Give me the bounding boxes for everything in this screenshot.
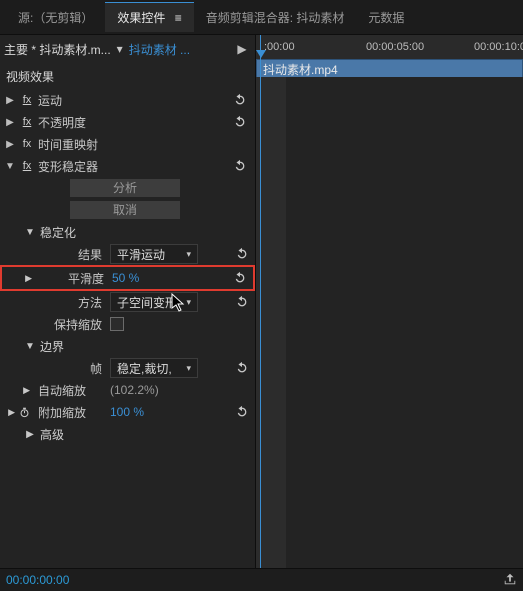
reset-button[interactable] <box>233 271 247 286</box>
group-stabilization[interactable]: ▼ 稳定化 <box>0 221 255 243</box>
prop-result-label: 结果 <box>34 246 110 263</box>
effect-time-remap[interactable]: ▶ fx 时间重映射 <box>0 133 255 155</box>
current-timecode[interactable]: 00:00:00:00 <box>6 573 69 587</box>
clip-title-caret-icon[interactable]: ▾ <box>117 42 123 56</box>
footer-bar: 00:00:00:00 <box>0 568 523 591</box>
caret-down-icon: ▾ <box>180 249 191 260</box>
playhead[interactable] <box>260 35 261 568</box>
tab-audio-mixer[interactable]: 音频剪辑混合器: 抖动素材 <box>194 3 357 32</box>
header-play-icon[interactable]: ▶ <box>233 40 251 58</box>
autoscale-value: (102.2%) <box>110 383 159 397</box>
method-dropdown[interactable]: 子空间变形 ▾ <box>110 292 198 312</box>
analyze-button[interactable]: 分析 <box>70 179 180 197</box>
preserve-scale-checkbox[interactable] <box>110 317 124 331</box>
stopwatch-icon[interactable] <box>18 406 30 418</box>
reset-button[interactable] <box>235 405 249 420</box>
clip-header: 主要 * 抖动素材.m... ▾ 抖动素材 ... ▶ <box>0 35 255 63</box>
caret-down-icon: ▾ <box>180 297 191 308</box>
fx-badge-icon[interactable]: fx <box>20 138 34 150</box>
prop-result: 结果 平滑运动 ▾ <box>0 243 255 265</box>
group-stabilization-label: 稳定化 <box>40 224 76 241</box>
prop-addscale: ▶ 附加缩放 100 % <box>0 401 255 423</box>
fx-badge-icon[interactable]: fx <box>20 94 34 106</box>
prop-preserve-scale-label: 保持缩放 <box>34 316 110 333</box>
prop-method-label: 方法 <box>34 294 110 311</box>
fx-badge-icon[interactable]: fx <box>20 160 34 172</box>
group-border[interactable]: ▼ 边界 <box>0 335 255 357</box>
tab-metadata[interactable]: 元数据 <box>356 3 416 32</box>
effect-motion-label: 运动 <box>38 92 62 109</box>
panel-tab-bar: 源:（无剪辑） 效果控件 ≡ 音频剪辑混合器: 抖动素材 元数据 <box>0 0 523 35</box>
group-advanced-label: 高级 <box>40 426 64 443</box>
caret-down-icon: ▾ <box>180 363 191 374</box>
clip-title: 主要 * 抖动素材.m... <box>4 41 111 58</box>
reset-button[interactable] <box>229 93 251 108</box>
time-tick: 00:00:05:00 <box>366 41 424 53</box>
effect-controls-panel: 主要 * 抖动素材.m... ▾ 抖动素材 ... ▶ 视频效果 ▶ fx 运动… <box>0 35 256 568</box>
share-icon[interactable] <box>503 572 517 589</box>
effect-warp-stabilizer-label: 变形稳定器 <box>38 158 98 175</box>
prop-addscale-label: 附加缩放 <box>34 404 110 421</box>
timeline-body <box>256 77 523 568</box>
analyze-row: 分析 <box>0 177 255 199</box>
fx-badge-icon[interactable]: fx <box>20 116 34 128</box>
cancel-button[interactable]: 取消 <box>70 201 180 219</box>
time-tick: :00:00 <box>264 41 295 53</box>
twirl-icon[interactable]: ▼ <box>20 227 40 238</box>
prop-preserve-scale: 保持缩放 <box>0 313 255 335</box>
playhead-handle-icon[interactable] <box>256 50 266 58</box>
panel-menu-icon[interactable]: ≡ <box>175 11 182 25</box>
effect-opacity[interactable]: ▶ fx 不透明度 <box>0 111 255 133</box>
timeline-clip[interactable]: 抖动素材.mp4 <box>256 59 523 79</box>
twirl-icon[interactable]: ▶ <box>4 95 16 106</box>
prop-smoothness-label: 平滑度 <box>36 270 112 287</box>
prop-autoscale: ▶ 自动缩放 (102.2%) <box>0 379 255 401</box>
section-video-effects: 视频效果 <box>0 63 255 89</box>
twirl-icon[interactable]: ▼ <box>4 161 16 172</box>
effect-warp-stabilizer[interactable]: ▼ fx 变形稳定器 <box>0 155 255 177</box>
tab-source[interactable]: 源:（无剪辑） <box>6 3 105 32</box>
tab-effect-controls[interactable]: 效果控件 ≡ <box>105 2 193 32</box>
reset-button[interactable] <box>235 247 249 262</box>
twirl-icon[interactable]: ▶ <box>4 139 16 150</box>
prop-method: 方法 子空间变形 ▾ <box>0 291 255 313</box>
smoothness-value[interactable]: 50 % <box>112 271 139 285</box>
prop-smoothness: ▶ 平滑度 50 % <box>2 267 253 289</box>
prop-autoscale-label: 自动缩放 <box>34 382 110 399</box>
twirl-icon[interactable]: ▶ <box>23 385 30 396</box>
twirl-icon[interactable]: ▼ <box>20 341 40 352</box>
effect-motion[interactable]: ▶ fx 运动 <box>0 89 255 111</box>
timeline-clip-label: 抖动素材.mp4 <box>263 61 338 78</box>
sequence-breadcrumb[interactable]: 抖动素材 ... <box>129 41 190 58</box>
frame-dropdown[interactable]: 稳定,裁切, ▾ <box>110 358 198 378</box>
twirl-icon[interactable]: ▶ <box>4 117 16 128</box>
time-tick: 00:00:10:0 <box>474 41 523 53</box>
effect-time-remap-label: 时间重映射 <box>38 136 98 153</box>
frame-dropdown-value: 稳定,裁切, <box>117 360 172 377</box>
result-dropdown[interactable]: 平滑运动 ▾ <box>110 244 198 264</box>
prop-frame-label: 帧 <box>34 360 110 377</box>
addscale-value[interactable]: 100 % <box>110 405 144 419</box>
reset-button[interactable] <box>229 159 251 174</box>
reset-button[interactable] <box>235 295 249 310</box>
cancel-row: 取消 <box>0 199 255 221</box>
smoothness-highlight: ▶ 平滑度 50 % <box>0 265 255 291</box>
time-ruler[interactable]: :00:00 00:00:05:00 00:00:10:0 <box>256 35 523 60</box>
twirl-icon[interactable]: ▶ <box>20 429 40 440</box>
method-dropdown-value: 子空间变形 <box>117 294 177 311</box>
twirl-icon[interactable]: ▶ <box>25 273 32 284</box>
group-border-label: 边界 <box>40 338 64 355</box>
effect-opacity-label: 不透明度 <box>38 114 86 131</box>
mini-timeline[interactable]: :00:00 00:00:05:00 00:00:10:0 抖动素材.mp4 <box>256 35 523 568</box>
section-video-effects-label: 视频效果 <box>6 68 54 85</box>
group-advanced[interactable]: ▶ 高级 <box>0 423 255 445</box>
tab-effect-controls-label: 效果控件 <box>117 11 165 25</box>
twirl-icon[interactable]: ▶ <box>8 407 15 418</box>
result-dropdown-value: 平滑运动 <box>117 246 165 263</box>
prop-frame: 帧 稳定,裁切, ▾ <box>0 357 255 379</box>
reset-button[interactable] <box>235 361 249 376</box>
reset-button[interactable] <box>229 115 251 130</box>
